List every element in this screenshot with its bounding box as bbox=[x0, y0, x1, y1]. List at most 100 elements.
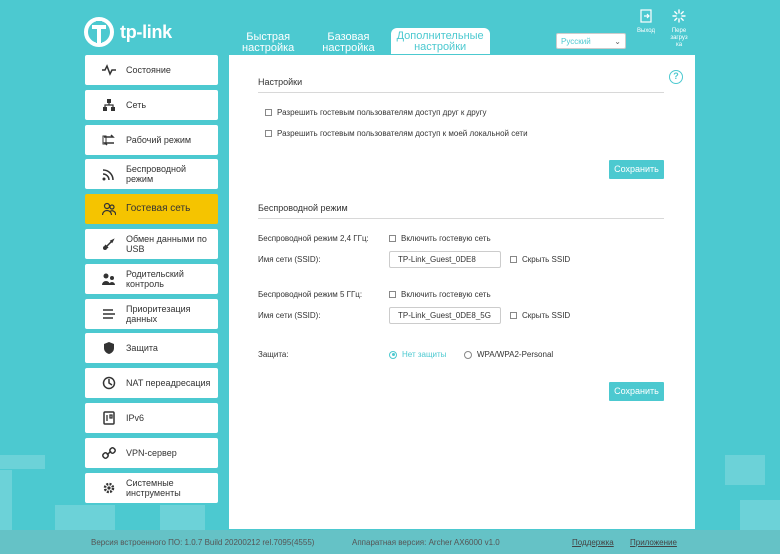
tab-label-line: настройка bbox=[322, 42, 375, 54]
sidebar-item-label: Рабочий режим bbox=[126, 134, 192, 145]
sidebar-item-label: Гостевая сеть bbox=[126, 203, 191, 215]
app-link[interactable]: Приложение bbox=[630, 538, 677, 547]
section-divider bbox=[258, 218, 664, 219]
save-settings-button[interactable]: Сохранить bbox=[609, 160, 664, 179]
radio-label: WPA/WPA2-Personal bbox=[477, 350, 554, 359]
sidebar-item-guest-network[interactable]: Гостевая сеть bbox=[85, 194, 218, 225]
sidebar-item-label: NAT переадресация bbox=[126, 378, 211, 389]
background-decoration bbox=[740, 500, 780, 530]
tab-quick-setup[interactable]: Быстрая настройка bbox=[234, 28, 302, 54]
reboot-label-line: Пере bbox=[671, 28, 687, 34]
sidebar-item-parental-control[interactable]: Родительский контроль bbox=[85, 263, 218, 294]
hide-ssid-5-checkbox[interactable]: Скрыть SSID bbox=[510, 311, 570, 320]
tp-link-logo-icon bbox=[84, 17, 114, 47]
radio-dot bbox=[389, 350, 397, 359]
sidebar-item-label: VPN-сервер bbox=[126, 447, 177, 458]
sidebar-item-nat[interactable]: NAT переадресация bbox=[85, 368, 218, 399]
language-value: Русский bbox=[561, 36, 591, 46]
sidebar-item-network[interactable]: Сеть bbox=[85, 89, 218, 120]
background-decoration bbox=[160, 505, 205, 530]
tab-advanced[interactable]: Дополнительные настройки bbox=[390, 28, 490, 54]
sidebar-item-wireless[interactable]: Беспроводной режим bbox=[85, 159, 218, 190]
reboot-label-line: загруз bbox=[670, 35, 688, 41]
shield-icon bbox=[104, 342, 114, 355]
sidebar-item-label: IPv6 bbox=[126, 412, 145, 423]
sidebar-item-label: Защита bbox=[126, 343, 158, 354]
allow-guests-lan-checkbox[interactable]: Разрешить гостевым пользователям доступ … bbox=[265, 129, 528, 138]
sidebar-item-status[interactable]: Состояние bbox=[85, 55, 218, 85]
guest-icon bbox=[102, 203, 116, 216]
allow-guests-each-other-checkbox[interactable]: Разрешить гостевым пользователям доступ … bbox=[265, 108, 487, 117]
checkbox-label: Включить гостевую сеть bbox=[401, 234, 491, 243]
reboot-button[interactable]: Пере загруз ка bbox=[664, 9, 694, 49]
sidebar-item-security[interactable]: Защита bbox=[85, 333, 218, 364]
sidebar-item-label: Системные инструменты bbox=[126, 477, 181, 498]
security-wpa-radio[interactable]: WPA/WPA2-Personal bbox=[464, 350, 553, 359]
section-divider bbox=[258, 92, 664, 93]
checkbox-label: Скрыть SSID bbox=[522, 311, 571, 320]
checkbox-label: Разрешить гостевым пользователям доступ … bbox=[277, 108, 487, 117]
usb-icon bbox=[103, 238, 115, 250]
sidebar-item-usb[interactable]: Обмен данными по USB bbox=[85, 228, 218, 259]
ssid24-input[interactable]: TP-Link_Guest_0DE8 bbox=[389, 251, 501, 268]
reboot-icon bbox=[672, 9, 686, 23]
sidebar-item-label: Родительский контроль bbox=[126, 268, 184, 289]
sidebar-item-system-tools[interactable]: Системные инструменты bbox=[85, 472, 218, 503]
sidebar-item-operation-mode[interactable]: Рабочий режим bbox=[85, 124, 218, 155]
checkbox-box bbox=[389, 291, 396, 298]
sidebar-item-label: Приоритезация данных bbox=[126, 303, 191, 324]
sidebar-item-vpn[interactable]: VPN-сервер bbox=[85, 437, 218, 468]
sidebar-item-label: Сеть bbox=[126, 99, 147, 110]
reboot-label-line: ка bbox=[675, 42, 683, 48]
radio-label: Нет защиты bbox=[402, 350, 447, 359]
language-select[interactable]: Русский ⌄ bbox=[556, 33, 626, 49]
tab-basic[interactable]: Базовая настройка bbox=[314, 28, 382, 54]
logout-button[interactable]: Выход bbox=[631, 9, 661, 35]
firmware-version: Версия встроенного ПО: 1.0.7 Build 20200… bbox=[91, 538, 315, 547]
chevron-down-icon: ⌄ bbox=[614, 36, 621, 46]
sidebar-item-qos[interactable]: Приоритезация данных bbox=[85, 298, 218, 329]
parental-icon bbox=[102, 273, 115, 285]
nat-icon bbox=[102, 376, 116, 390]
wireless-icon bbox=[102, 169, 114, 181]
sidebar-item-label: Беспроводной режим bbox=[126, 164, 187, 185]
reboot-label: Пере загруз ка bbox=[664, 28, 694, 49]
enable-guest-24-checkbox[interactable]: Включить гостевую сеть bbox=[389, 234, 491, 243]
checkbox-box bbox=[265, 109, 272, 116]
tp-link-logo: tp-link bbox=[84, 14, 172, 50]
band5-label: Беспроводной режим 5 ГГц: bbox=[258, 290, 363, 299]
ssid5-label: Имя сети (SSID): bbox=[258, 311, 321, 320]
ssid5-input[interactable]: TP-Link_Guest_0DE8_5G bbox=[389, 307, 501, 324]
checkbox-box bbox=[389, 235, 396, 242]
help-icon[interactable]: ? bbox=[669, 70, 683, 84]
save-wireless-button[interactable]: Сохранить bbox=[609, 382, 664, 401]
checkbox-box bbox=[265, 130, 272, 137]
checkbox-label: Разрешить гостевым пользователям доступ … bbox=[277, 129, 528, 138]
qos-icon bbox=[103, 308, 115, 319]
footer: Версия встроенного ПО: 1.0.7 Build 20200… bbox=[0, 530, 780, 554]
sidebar-item-ipv6[interactable]: IPv6 bbox=[85, 402, 218, 433]
logo-text: tp-link bbox=[120, 21, 172, 42]
support-link[interactable]: Поддержка bbox=[572, 538, 614, 547]
network-icon bbox=[103, 98, 115, 111]
logout-label: Выход bbox=[637, 28, 655, 34]
wireless-section-title: Беспроводной режим bbox=[258, 203, 348, 213]
tab-label-line: настройки bbox=[414, 41, 467, 53]
security-none-radio[interactable]: Нет защиты bbox=[389, 350, 446, 359]
checkbox-box bbox=[510, 256, 517, 263]
hardware-version: Аппаратная версия: Archer AX6000 v1.0 bbox=[352, 538, 500, 547]
sidebar-item-label: Обмен данными по USB bbox=[126, 233, 207, 254]
band24-label: Беспроводной режим 2,4 ГГц: bbox=[258, 234, 369, 243]
checkbox-box bbox=[510, 312, 517, 319]
pulse-icon bbox=[102, 64, 116, 76]
background-decoration bbox=[0, 455, 45, 469]
tab-label-line: настройка bbox=[242, 42, 295, 54]
enable-guest-5-checkbox[interactable]: Включить гостевую сеть bbox=[389, 290, 491, 299]
background-decoration bbox=[55, 505, 115, 530]
settings-section-title: Настройки bbox=[258, 77, 303, 87]
radio-dot bbox=[464, 350, 472, 359]
hide-ssid-24-checkbox[interactable]: Скрыть SSID bbox=[510, 255, 570, 264]
mode-icon bbox=[102, 134, 115, 146]
logout-icon bbox=[640, 9, 652, 23]
gear-icon bbox=[103, 482, 115, 493]
